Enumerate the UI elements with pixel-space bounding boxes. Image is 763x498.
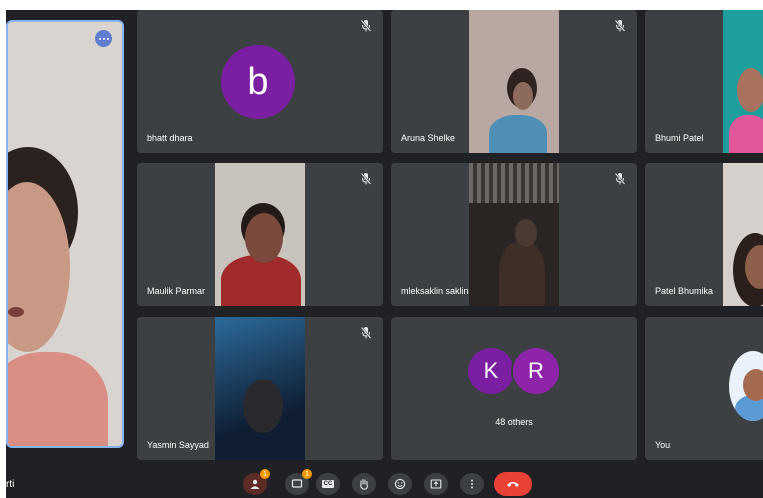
participant-tile[interactable]: b bhatt dhara: [137, 10, 383, 153]
video-figure-face: [737, 68, 763, 112]
leave-call-button[interactable]: [494, 472, 532, 496]
more-vertical-icon: [471, 479, 473, 489]
self-figure-face: [743, 369, 763, 401]
more-options-button[interactable]: [460, 473, 484, 495]
hang-up-icon: [507, 482, 519, 487]
others-avatar-r: R: [513, 348, 559, 394]
participant-video: [723, 163, 763, 306]
mic-off-icon: [615, 173, 625, 185]
meeting-toolbar: 1 1 CC: [6, 466, 763, 498]
participant-name: Maulik Parmar: [147, 286, 206, 296]
video-figure-head: [515, 219, 537, 247]
mic-off-icon: [361, 327, 371, 339]
participant-tile[interactable]: Patel Bhumika: [645, 163, 763, 306]
chat-icon: [291, 479, 303, 488]
chat-button[interactable]: 1: [285, 469, 312, 495]
video-figure-face: [513, 82, 533, 110]
chat-badge: 1: [302, 469, 312, 479]
participant-name: Yasmin Sayyad: [147, 440, 209, 450]
participant-name: Patel Bhumika: [655, 286, 714, 296]
others-tile[interactable]: K R 48 others: [391, 317, 637, 460]
participant-tile[interactable]: Aruna Shelke: [391, 10, 637, 153]
participant-name: bhatt dhara: [147, 133, 193, 143]
people-icon: [250, 479, 260, 489]
participant-video: [723, 10, 763, 153]
participant-tile[interactable]: Bhumi Patel: [645, 10, 763, 153]
more-options-icon[interactable]: [95, 30, 112, 47]
video-figure-face: [243, 379, 283, 433]
participant-name: mleksaklin saklin: [401, 286, 469, 296]
participant-avatar: b: [221, 45, 295, 119]
mic-off-icon: [361, 20, 371, 32]
captions-icon: CC: [321, 480, 335, 488]
pinned-participant-tile[interactable]: [6, 20, 124, 448]
speaker-figure-shoulders: [8, 352, 108, 446]
participant-video: [469, 10, 559, 153]
participant-video: [215, 317, 305, 460]
present-icon: [430, 479, 442, 489]
meeting-stage: rti b bhatt dhara Aruna Shelke Bhumi Pat…: [6, 10, 763, 498]
mic-off-icon: [361, 173, 371, 185]
people-button[interactable]: 1: [243, 469, 270, 495]
captions-button[interactable]: CC: [316, 473, 340, 495]
video-figure-body: [729, 115, 763, 153]
video-figure-face: [245, 213, 283, 263]
speaker-figure-mouth: [8, 307, 24, 317]
participant-video: [469, 163, 559, 306]
video-figure-body: [489, 115, 547, 153]
participant-video: [215, 163, 305, 306]
participant-tile[interactable]: Maulik Parmar: [137, 163, 383, 306]
participant-tile[interactable]: Yasmin Sayyad: [137, 317, 383, 460]
present-screen-button[interactable]: [424, 473, 448, 495]
participant-name: Aruna Shelke: [401, 133, 456, 143]
others-avatar-k: K: [468, 348, 514, 394]
video-ceiling: [469, 163, 559, 203]
raise-hand-icon: [360, 478, 368, 490]
self-avatar: [729, 351, 763, 421]
participant-name: Bhumi Patel: [655, 133, 704, 143]
people-badge: 1: [260, 469, 270, 479]
reactions-button[interactable]: [388, 473, 412, 495]
mic-off-icon: [615, 20, 625, 32]
emoji-icon: [394, 478, 406, 490]
self-name: You: [655, 440, 671, 450]
video-figure-body: [499, 241, 545, 306]
pinned-participant-video: [8, 22, 122, 446]
others-count-label: 48 others: [495, 417, 533, 427]
self-tile[interactable]: You: [645, 317, 763, 460]
raise-hand-button[interactable]: [352, 473, 376, 495]
participant-tile[interactable]: mleksaklin saklin: [391, 163, 637, 306]
